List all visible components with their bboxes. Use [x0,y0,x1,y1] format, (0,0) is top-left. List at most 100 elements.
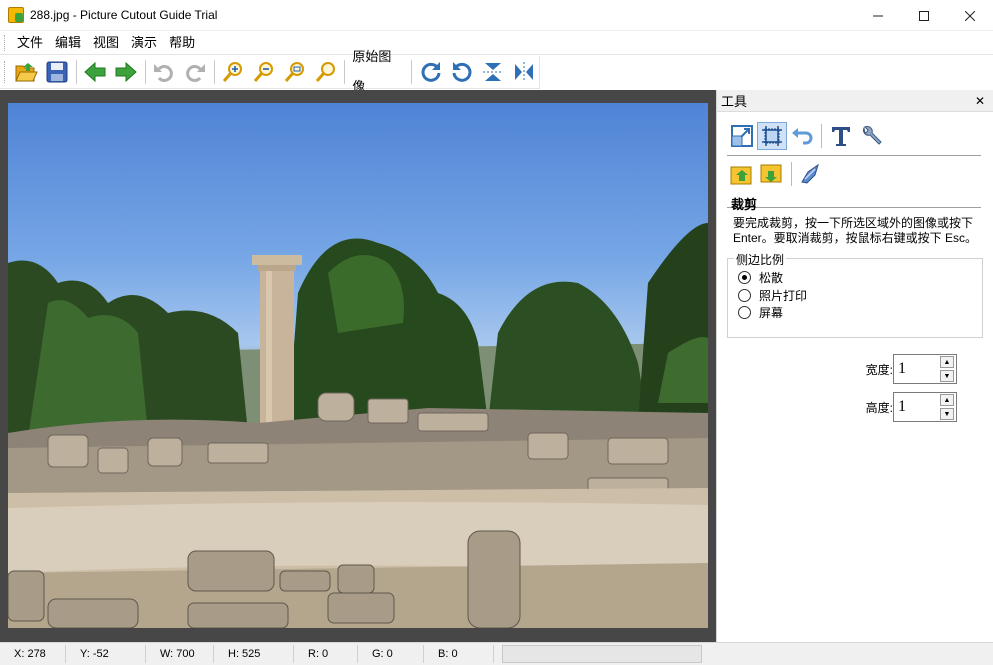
status-bar: X: 278 Y: -52 W: 700 H: 525 R: 0 G: 0 B:… [0,642,993,665]
menu-edit[interactable]: 编辑 [49,31,87,55]
status-b: B: 0 [424,645,494,663]
crop-tool-button[interactable] [757,122,787,150]
tools-panel: 工具 ✕ 裁剪 要完成裁剪，按一下所选区域外的图像或按下Enter。要取消裁剪，… [716,90,993,642]
rotate-right-button[interactable] [415,57,446,87]
save-disk-icon [46,61,68,83]
forward-button[interactable] [111,57,142,87]
rotate-left-button[interactable] [446,57,477,87]
width-spinbox[interactable]: 1 ▲ ▼ [893,354,957,384]
menu-grip [4,34,7,51]
tool-row-1 [727,122,886,150]
undo-icon [154,64,174,82]
menu-demo[interactable]: 演示 [125,31,163,55]
height-spin-arrows: ▲ ▼ [940,393,954,421]
zoom-in-icon [222,62,243,82]
status-y: Y: -52 [66,645,146,663]
flip-vertical-icon [482,63,503,81]
image-canvas[interactable] [0,90,716,642]
flip-vertical-button[interactable] [477,57,508,87]
flip-horizontal-button[interactable] [508,57,539,87]
zoom-fit-icon [284,62,304,82]
zoom-out-button[interactable] [249,57,280,87]
text-tool-button[interactable] [826,122,856,150]
aspect-ratio-group: 侧边比例 松散 照片打印 屏幕 [727,251,983,338]
resize-tool-button[interactable] [727,122,757,150]
back-button[interactable] [80,57,111,87]
height-spinbox[interactable]: 1 ▲ ▼ [893,392,957,422]
minimize-button[interactable] [855,0,901,31]
zoom-actual-icon [315,62,335,82]
crop-description: 要完成裁剪，按一下所选区域外的图像或按下Enter。要取消裁剪，按鼠标右键或按下… [733,216,978,245]
panel-close-button[interactable]: ✕ [975,94,985,108]
tool-separator [791,162,792,186]
save-button[interactable] [42,57,73,87]
main-toolbar: 原始图像 [0,49,540,94]
toolbar-separator [75,60,77,84]
width-label: 宽度: [865,362,893,377]
status-height: H: 525 [214,645,294,663]
zoom-fit-button[interactable] [280,57,311,87]
spin-up-icon[interactable]: ▲ [940,356,954,368]
section-title: 裁剪 [731,197,758,212]
wrench-icon [863,126,882,145]
spin-down-icon[interactable]: ▼ [940,370,954,382]
maximize-button[interactable] [901,0,947,31]
undo-tool-button[interactable] [787,122,817,150]
height-value[interactable]: 1 [894,398,940,416]
radio-label: 松散 [759,271,784,285]
flip-horizontal-icon [514,62,533,82]
section-divider [727,207,981,208]
zoom-out-icon [253,62,274,82]
panel-header: 工具 ✕ [717,90,993,112]
menu-file[interactable]: 文件 [11,31,49,55]
folder-down-arrow-icon [760,164,782,183]
radio-photo-print[interactable]: 照片打印 [738,287,807,304]
folder-green-arrow-icon [730,166,752,185]
radio-loose[interactable]: 松散 [738,269,783,286]
radio-button[interactable] [738,271,751,284]
app-icon [8,7,24,23]
zoom-in-button[interactable] [218,57,249,87]
panel-title: 工具 [721,94,748,109]
minimize-icon [873,15,883,16]
zoom-actual-button[interactable] [310,57,341,87]
settings-tool-button[interactable] [856,122,886,150]
menu-bar: 文件 编辑 视图 演示 帮助 [0,31,993,55]
radio-button[interactable] [738,289,751,302]
photo-olympia-ruins[interactable] [8,103,708,628]
radio-label: 屏幕 [759,306,784,320]
panel-divider [727,155,981,156]
width-value[interactable]: 1 [894,360,940,378]
status-g: G: 0 [358,645,424,663]
effects-tool-button[interactable] [796,160,826,188]
import-tool-button[interactable] [727,160,757,188]
redo-button[interactable] [180,57,211,87]
progress-bar [502,645,702,663]
status-x: X: 278 [0,645,66,663]
toolbar-separator [144,60,146,84]
width-row: 宽度: 1 ▲ ▼ [857,354,957,384]
title-bar: 288.jpg - Picture Cutout Guide Trial [0,0,993,31]
spin-up-icon[interactable]: ▲ [940,394,954,406]
menu-view[interactable]: 视图 [87,31,125,55]
status-r: R: 0 [294,645,358,663]
rotate-right-icon [421,62,441,82]
undo-button[interactable] [149,57,180,87]
back-arrow-icon [84,61,106,83]
toolbar-grip [4,61,7,83]
radio-button[interactable] [738,306,751,319]
menu-help[interactable]: 帮助 [163,31,201,55]
aspect-ratio-title: 侧边比例 [734,251,787,268]
resize-icon [731,125,753,147]
rotate-left-icon [452,62,472,82]
export-tool-button[interactable] [757,160,787,188]
spin-down-icon[interactable]: ▼ [940,408,954,420]
close-button[interactable] [947,0,993,31]
undo-curve-icon [792,128,813,145]
open-button[interactable] [11,57,42,87]
close-icon [965,10,975,21]
toolbar-separator [411,60,413,84]
radio-screen[interactable]: 屏幕 [738,304,783,321]
radio-label: 照片打印 [759,289,808,303]
window-controls [855,0,993,31]
